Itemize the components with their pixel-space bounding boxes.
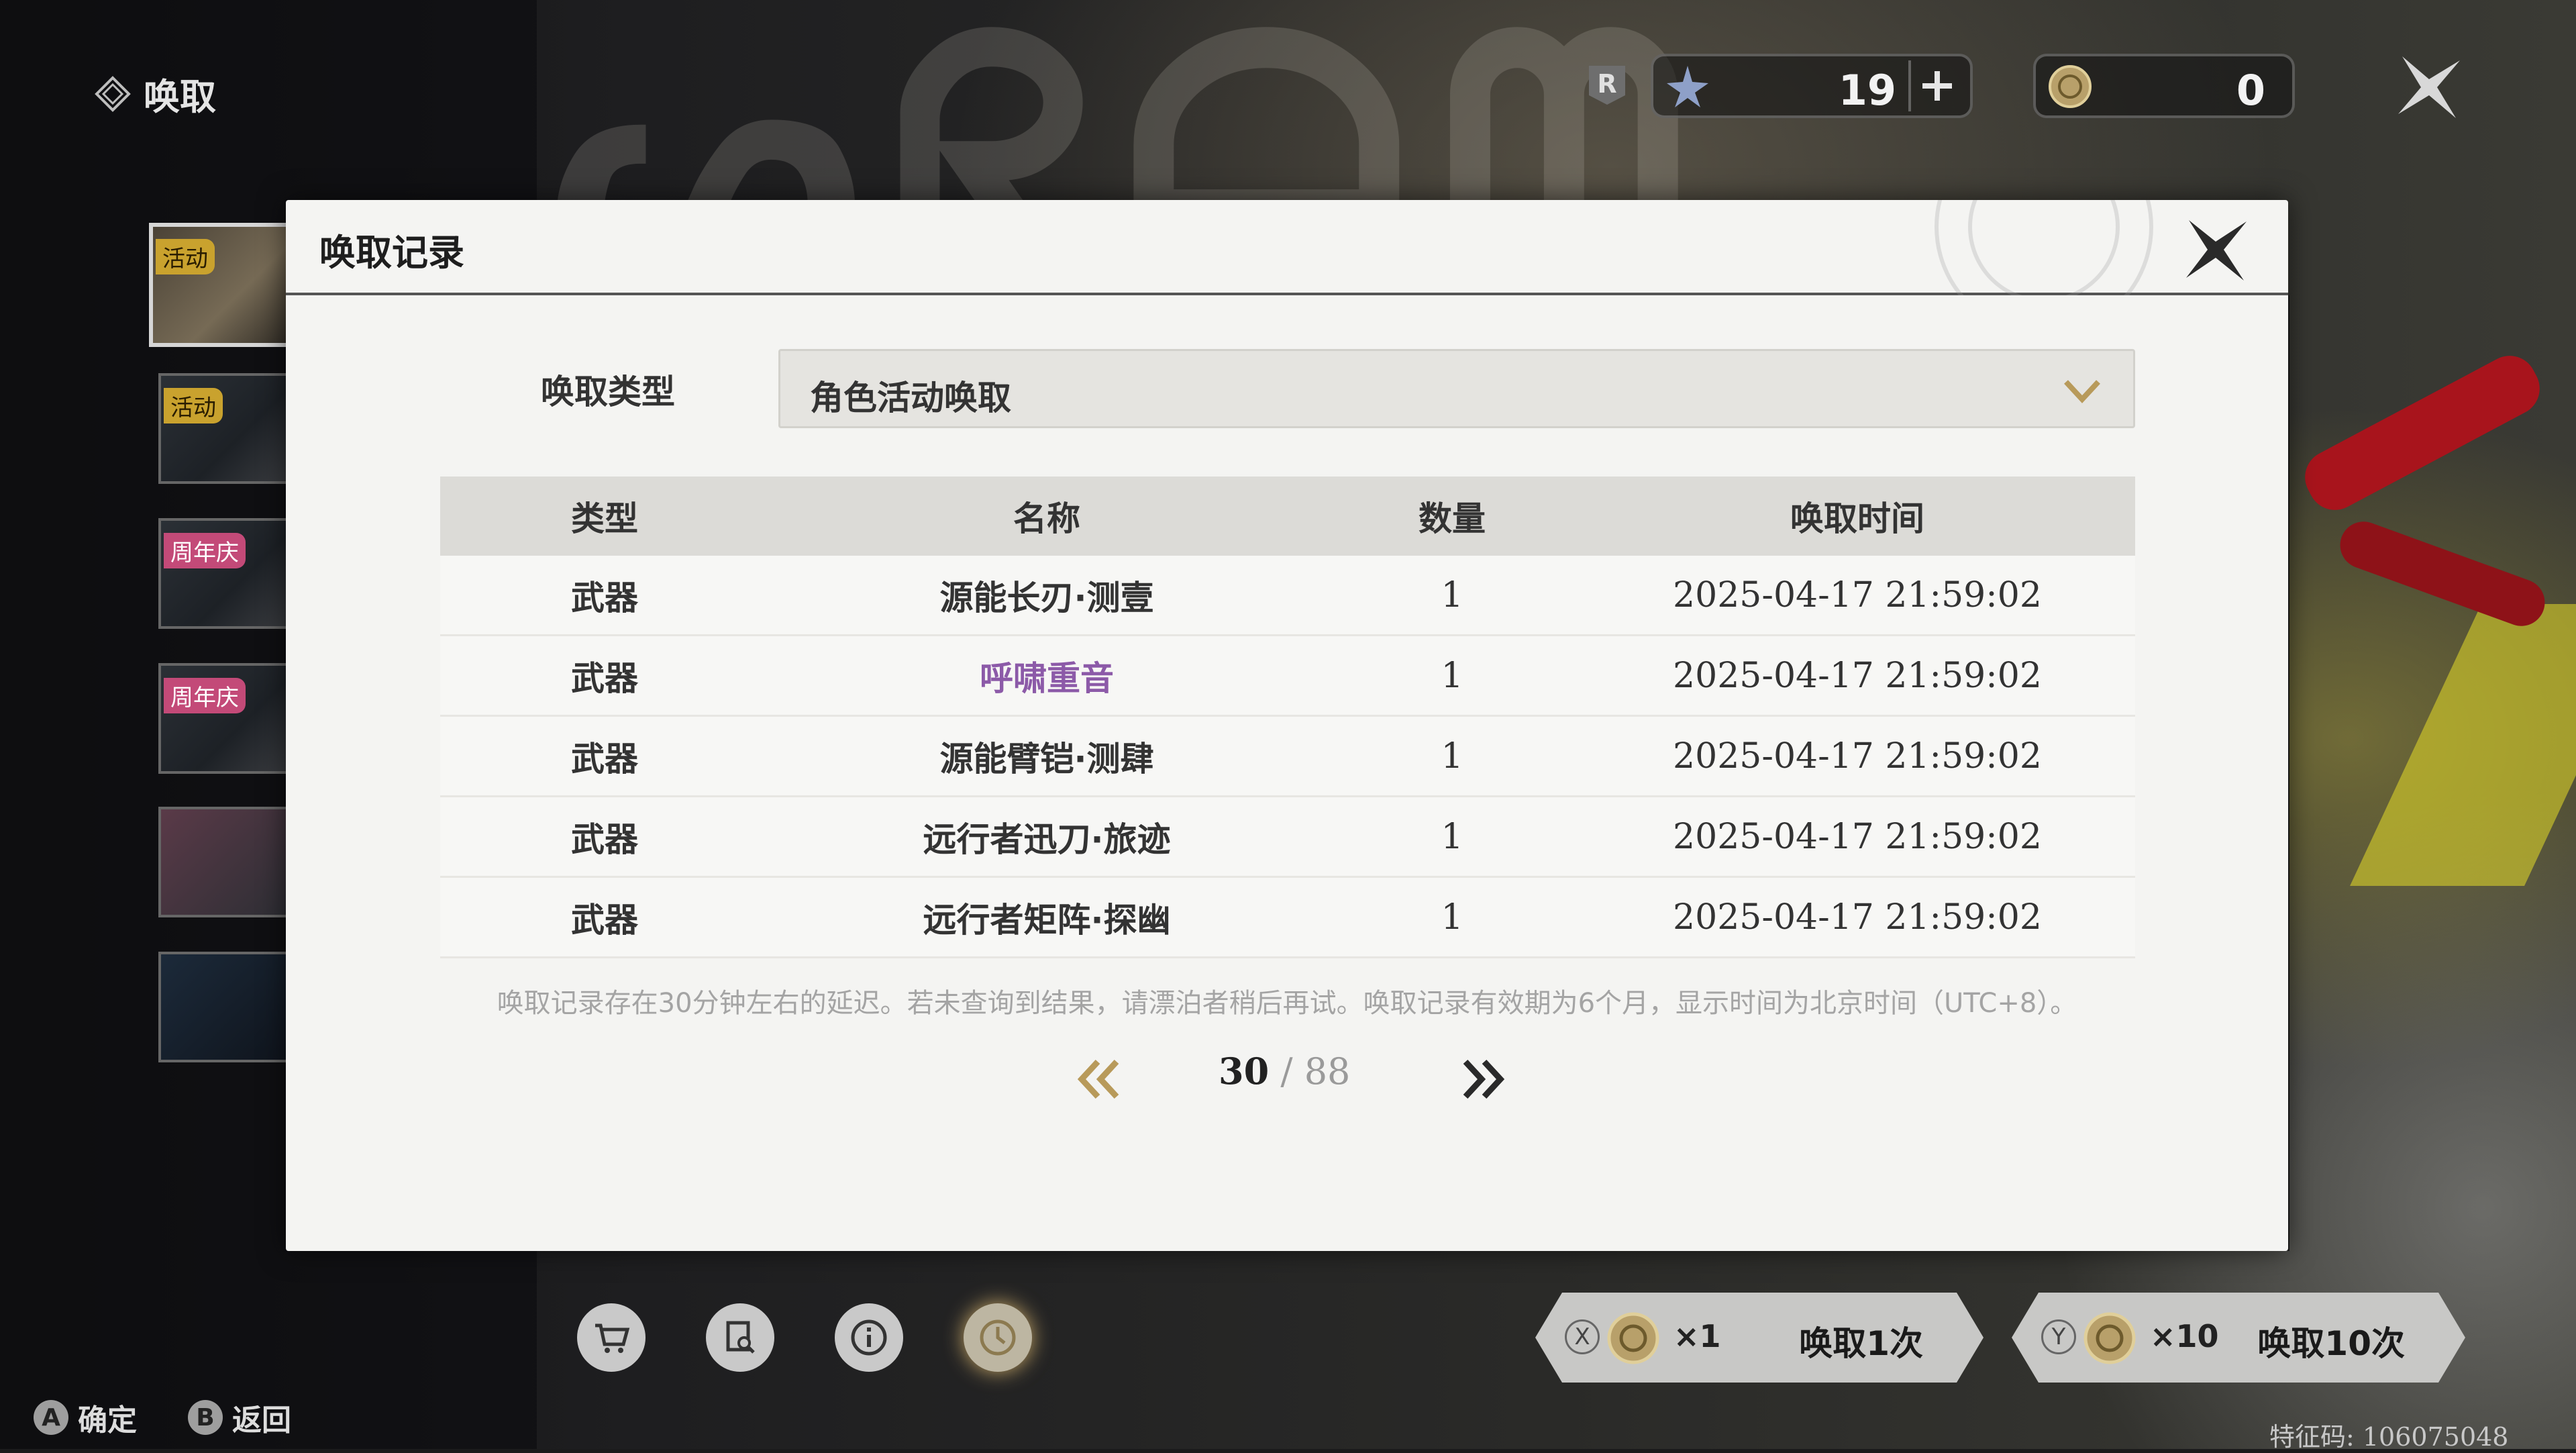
convene-ten-button[interactable]: Y ×10 唤取10次 bbox=[2012, 1293, 2465, 1383]
banner-tag: 活动 bbox=[164, 388, 223, 423]
delay-notice: 唤取记录存在30分钟左右的延迟。若未查询到结果，请漂泊者稍后再试。唤取记录有效期… bbox=[497, 988, 2077, 1019]
pull-one-label: 唤取1次 bbox=[1799, 1324, 1923, 1363]
details-button[interactable] bbox=[706, 1303, 774, 1372]
close-icon[interactable] bbox=[2181, 215, 2251, 285]
a-key-icon: A bbox=[34, 1400, 68, 1435]
row-name: 远行者迅刀·旅迹 bbox=[923, 819, 1171, 859]
banner-item[interactable]: 周年庆 bbox=[158, 518, 293, 629]
banner-item[interactable]: 周年庆 bbox=[158, 663, 293, 774]
coin-icon bbox=[1605, 1310, 1661, 1366]
column-header-type: 类型 bbox=[571, 499, 638, 538]
row-time: 2025-04-17 21:59:02 bbox=[1673, 816, 2042, 857]
banner-tag: 周年庆 bbox=[164, 533, 246, 568]
uid-label: 特征码: 106075048 bbox=[2269, 1422, 2509, 1452]
confirm-hint[interactable]: A 确定 bbox=[34, 1396, 137, 1439]
row-time: 2025-04-17 21:59:02 bbox=[1673, 574, 2042, 615]
page-header: 唤取 bbox=[94, 67, 216, 120]
add-ticket-button[interactable] bbox=[1908, 60, 1963, 111]
page-total: 88 bbox=[1304, 1050, 1351, 1093]
row-type: 武器 bbox=[571, 658, 638, 698]
y-key-icon: Y bbox=[2041, 1319, 2076, 1354]
pull-ten-label: 唤取10次 bbox=[2257, 1324, 2405, 1363]
convene-type-dropdown[interactable]: 角色活动唤取 bbox=[778, 349, 2135, 428]
row-type: 武器 bbox=[571, 578, 638, 617]
page-prev-icon[interactable] bbox=[1068, 1052, 1129, 1106]
row-quantity: 1 bbox=[1441, 736, 1463, 776]
shop-button[interactable] bbox=[577, 1303, 646, 1372]
ticket-counter[interactable]: 19 bbox=[1651, 54, 1973, 118]
banner-tag: 周年庆 bbox=[164, 678, 246, 713]
table-row: 武器 呼啸重音 1 2025-04-17 21:59:02 bbox=[440, 636, 2135, 717]
back-label: 返回 bbox=[232, 1403, 291, 1438]
star-ticket-icon bbox=[1667, 66, 1708, 107]
row-time: 2025-04-17 21:59:02 bbox=[1673, 655, 2042, 696]
row-type: 武器 bbox=[571, 900, 638, 940]
row-time: 2025-04-17 21:59:02 bbox=[1673, 736, 2042, 776]
plus-icon bbox=[1922, 71, 1952, 101]
banner-tag: 活动 bbox=[156, 239, 215, 274]
table-row: 武器 源能长刃·测壹 1 2025-04-17 21:59:02 bbox=[440, 556, 2135, 636]
row-quantity: 1 bbox=[1441, 655, 1463, 696]
b-key-icon: B bbox=[188, 1400, 223, 1435]
page-next-icon[interactable] bbox=[1453, 1052, 1514, 1106]
page-current: 30 bbox=[1219, 1050, 1270, 1093]
table-row: 武器 远行者矩阵·探幽 1 2025-04-17 21:59:02 bbox=[440, 878, 2135, 958]
info-icon bbox=[851, 1319, 887, 1356]
row-time: 2025-04-17 21:59:02 bbox=[1673, 897, 2042, 938]
pull-one-cost: ×1 bbox=[1673, 1318, 1721, 1354]
row-type: 武器 bbox=[571, 819, 638, 859]
exit-icon[interactable] bbox=[2389, 47, 2469, 128]
row-name: 远行者矩阵·探幽 bbox=[923, 900, 1171, 940]
history-button[interactable] bbox=[964, 1303, 1032, 1372]
x-key-icon: X bbox=[1565, 1319, 1600, 1354]
row-type: 武器 bbox=[571, 739, 638, 779]
clock-icon bbox=[980, 1319, 1016, 1356]
coin-icon bbox=[2081, 1310, 2138, 1366]
row-name: 呼啸重音 bbox=[980, 658, 1114, 698]
row-quantity: 1 bbox=[1441, 897, 1463, 938]
row-name: 源能臂铠·测肆 bbox=[939, 739, 1154, 779]
banner-item[interactable]: 活动 bbox=[149, 223, 297, 347]
row-name: 源能长刃·测壹 bbox=[939, 578, 1154, 617]
chevron-down-icon bbox=[2064, 380, 2100, 403]
svg-text:R: R bbox=[1597, 69, 1616, 99]
modal-title: 唤取记录 bbox=[319, 232, 464, 274]
banner-item[interactable]: 活动 bbox=[158, 373, 293, 484]
convene-icon bbox=[95, 75, 131, 112]
row-quantity: 1 bbox=[1441, 816, 1463, 857]
ticket-count: 19 bbox=[1838, 66, 1896, 115]
modal-header: 唤取记录 bbox=[286, 200, 2288, 295]
back-hint[interactable]: B 返回 bbox=[188, 1396, 291, 1439]
pull-ten-cost: ×10 bbox=[2150, 1318, 2219, 1354]
convene-type-value: 角色活动唤取 bbox=[810, 379, 1011, 417]
banner-item[interactable] bbox=[158, 952, 293, 1062]
banner-item[interactable] bbox=[158, 807, 293, 917]
page-title: 唤取 bbox=[144, 76, 216, 118]
convene-type-label: 唤取类型 bbox=[541, 372, 675, 411]
table-header: 类型 名称 数量 唤取时间 bbox=[440, 477, 2135, 556]
coin-count: 0 bbox=[2236, 66, 2265, 115]
document-search-icon bbox=[726, 1321, 755, 1354]
coin-counter: 0 bbox=[2033, 54, 2295, 118]
header-decoration bbox=[1935, 200, 2153, 295]
table-row: 武器 远行者迅刀·旅迹 1 2025-04-17 21:59:02 bbox=[440, 797, 2135, 878]
rank-badge-icon: R bbox=[1589, 66, 1625, 105]
coin-icon bbox=[2049, 65, 2092, 108]
table-row: 武器 源能臂铠·测肆 1 2025-04-17 21:59:02 bbox=[440, 717, 2135, 797]
page-separator: / bbox=[1269, 1050, 1304, 1093]
convene-once-button[interactable]: X ×1 唤取1次 bbox=[1535, 1293, 1983, 1383]
cart-icon bbox=[595, 1323, 630, 1353]
column-header-name: 名称 bbox=[1013, 499, 1080, 538]
confirm-label: 确定 bbox=[78, 1403, 137, 1438]
history-table: 类型 名称 数量 唤取时间 武器 源能长刃·测壹 1 2025-04-17 21… bbox=[440, 477, 2135, 958]
row-quantity: 1 bbox=[1441, 574, 1463, 615]
info-button[interactable] bbox=[835, 1303, 903, 1372]
column-header-time: 唤取时间 bbox=[1790, 499, 1924, 538]
convene-history-modal: 唤取记录 唤取类型 角色活动唤取 类型 名称 数量 唤取时间 武器 源能长刃·测… bbox=[286, 200, 2288, 1251]
page-indicator: 30 / 88 bbox=[1219, 1050, 1350, 1093]
column-header-quantity: 数量 bbox=[1419, 499, 1486, 538]
